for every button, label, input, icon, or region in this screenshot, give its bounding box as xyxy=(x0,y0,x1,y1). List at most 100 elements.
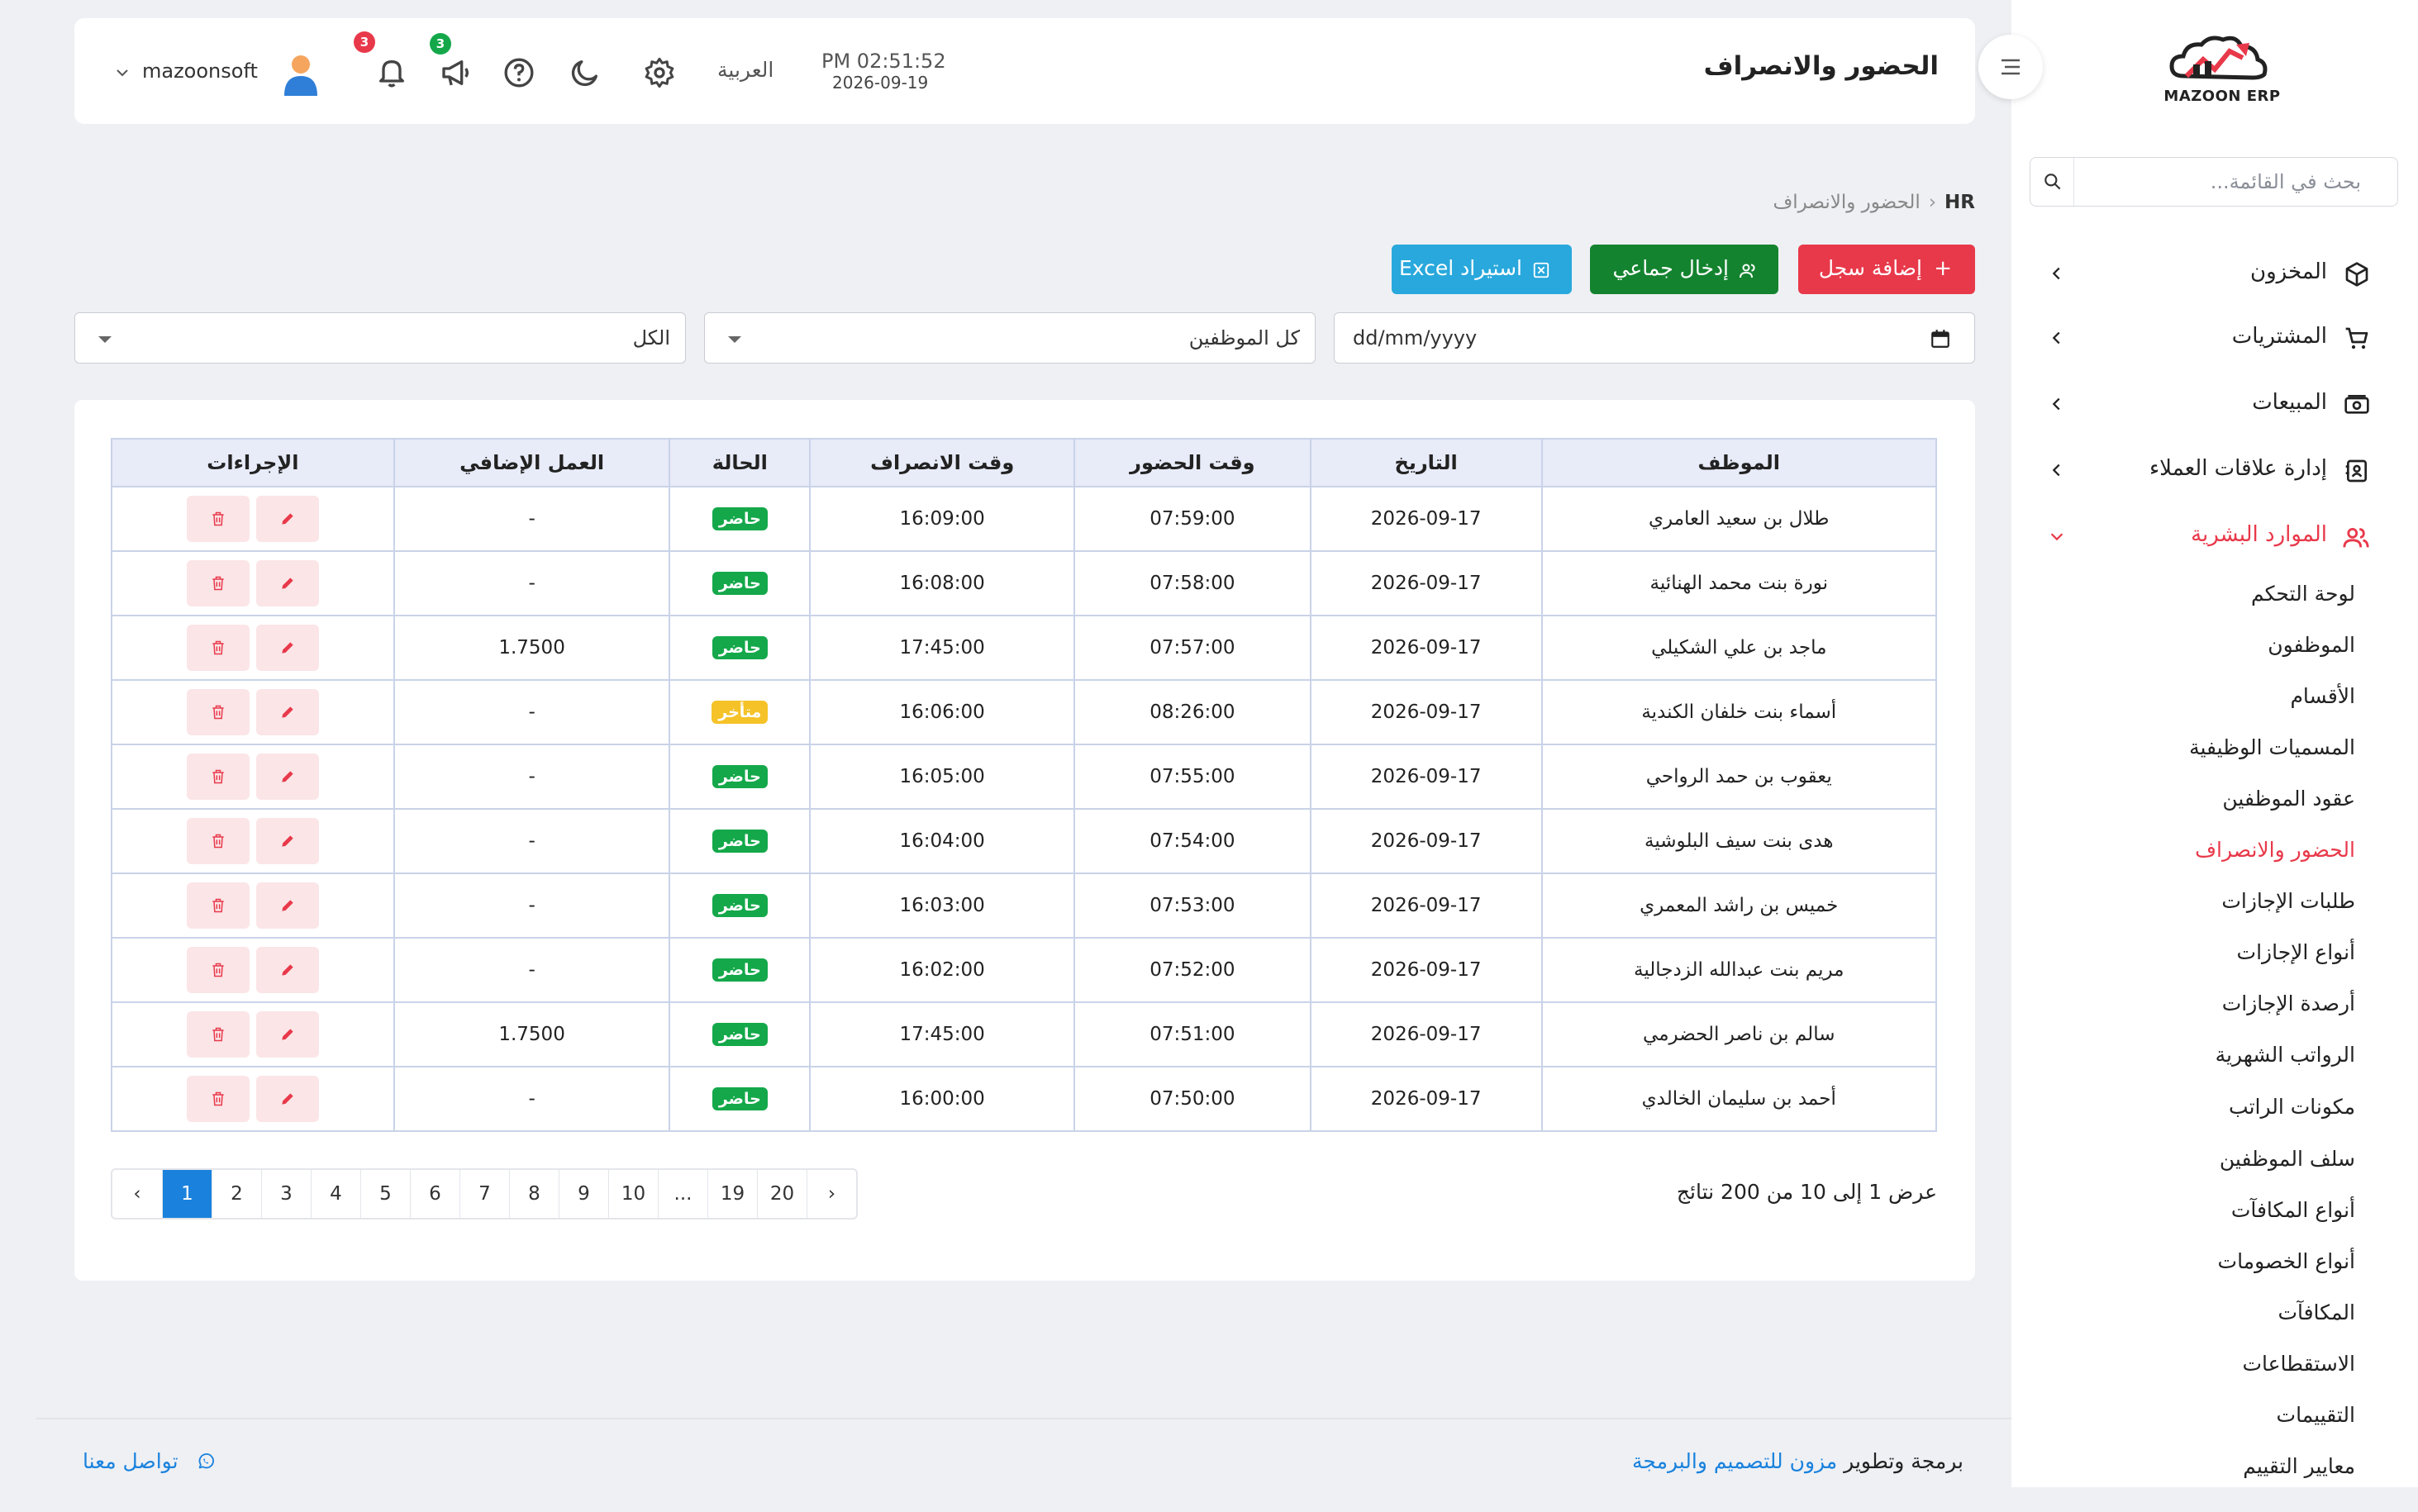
page-3[interactable]: 3 xyxy=(261,1170,311,1218)
table-row[interactable]: نورة بنت محمد الهنائية 2026-09-17 07:58:00… xyxy=(111,550,1937,616)
page-19[interactable]: 19 xyxy=(707,1170,757,1218)
sidebar-item-inventory[interactable]: المخزون xyxy=(2048,253,2378,294)
delete-button[interactable] xyxy=(186,882,250,929)
next-page-button[interactable]: › xyxy=(807,1170,856,1218)
sidebar-subitem-leave-requests[interactable]: طلبات الإجازات xyxy=(2221,889,2355,913)
sidebar-subitem-deductions[interactable]: الاستقطاعات xyxy=(2242,1352,2355,1376)
sidebar-subitem-leave-types[interactable]: أنواع الإجازات xyxy=(2237,940,2355,964)
username[interactable]: mazoonsoft xyxy=(142,59,258,83)
delete-button[interactable] xyxy=(186,560,250,606)
delete-button[interactable] xyxy=(186,1011,250,1058)
chevron-down-icon[interactable] xyxy=(116,68,129,78)
sidebar-subitem-attendance[interactable]: الحضور والانصراف xyxy=(2195,838,2355,862)
sidebar-subitem-deduction-types[interactable]: أنواع الخصومات xyxy=(2218,1249,2355,1273)
sidebar-subitem-job-titles[interactable]: المسميات الوظيفية xyxy=(2189,735,2355,759)
sidebar-item-crm[interactable]: إدارة علاقات العملاء xyxy=(2048,449,2378,491)
bulk-entry-button[interactable]: إدخال جماعي xyxy=(1590,245,1778,294)
page-5[interactable]: 5 xyxy=(360,1170,410,1218)
edit-button[interactable] xyxy=(255,560,319,606)
language-switch[interactable]: العربية xyxy=(717,58,773,82)
delete-button[interactable] xyxy=(186,947,250,993)
contact-link[interactable]: تواصل معنا xyxy=(83,1449,214,1473)
settings-icon[interactable] xyxy=(643,56,676,89)
page-4[interactable]: 4 xyxy=(311,1170,360,1218)
table-row[interactable]: يعقوب بن حمد الرواحي 2026-09-17 07:55:00 16… xyxy=(111,744,1937,810)
page-9[interactable]: 9 xyxy=(559,1170,608,1218)
edit-button[interactable] xyxy=(255,754,319,800)
page-6[interactable]: 6 xyxy=(410,1170,459,1218)
table-row[interactable]: أحمد بن سليمان الخالدي 2026-09-17 07:50:00… xyxy=(111,1066,1937,1132)
delete-button[interactable] xyxy=(186,754,250,800)
page-20[interactable]: 20 xyxy=(757,1170,807,1218)
table-row[interactable]: طلال بن سعيد العامري 2026-09-17 07:59:00 16… xyxy=(111,486,1937,552)
bell-icon[interactable] xyxy=(375,56,408,89)
sidebar-subitem-dashboard[interactable]: لوحة التحكم xyxy=(2251,582,2355,606)
sidebar-subitem-bonus-types[interactable]: أنواع المكافآت xyxy=(2231,1198,2355,1222)
page-10[interactable]: 10 xyxy=(608,1170,658,1218)
edit-button[interactable] xyxy=(255,947,319,993)
mazoon-logo[interactable]: MAZOON ERP xyxy=(2144,28,2301,111)
sidebar-subitem-evaluations[interactable]: التقييمات xyxy=(2277,1403,2355,1427)
column-header-date[interactable]: التاريخ xyxy=(1309,438,1543,487)
column-header-employee[interactable]: الموظف xyxy=(1540,438,1937,487)
edit-button[interactable] xyxy=(255,496,319,542)
table-row[interactable]: ماجد بن علي الشكيلي 2026-09-17 07:57:00 17:… xyxy=(111,615,1937,681)
clock-time: PM 02:51:52 xyxy=(821,50,946,73)
sidebar-search[interactable] xyxy=(2030,157,2398,207)
sidebar-subitem-employee-advances[interactable]: سلف الموظفين xyxy=(2220,1147,2355,1171)
help-icon[interactable] xyxy=(502,56,535,89)
breadcrumb-root[interactable]: HR xyxy=(1944,192,1975,213)
edit-button[interactable] xyxy=(255,689,319,735)
delete-button[interactable] xyxy=(186,689,250,735)
column-header-check-in[interactable]: وقت الحضور xyxy=(1073,438,1311,487)
import-excel-button[interactable]: استيراد Excel xyxy=(1392,245,1572,294)
page-8[interactable]: 8 xyxy=(509,1170,559,1218)
sidebar-subitem-employees[interactable]: الموظفون xyxy=(2268,633,2355,657)
dark-mode-icon[interactable] xyxy=(569,56,602,89)
footer-company-link[interactable]: مزون للتصميم والبرمجة xyxy=(1632,1449,1837,1473)
sidebar-toggle-button[interactable] xyxy=(1978,35,2043,99)
employee-filter-value: كل الموظفين xyxy=(1188,326,1300,349)
megaphone-icon[interactable] xyxy=(440,56,473,89)
table-row[interactable]: هدى بنت سيف البلوشية 2026-09-17 07:54:00 16… xyxy=(111,808,1937,874)
edit-button[interactable] xyxy=(255,1076,319,1122)
status-filter-select[interactable]: الكل xyxy=(74,312,686,364)
search-icon[interactable] xyxy=(2042,171,2063,193)
prev-page-button[interactable]: ‹ xyxy=(112,1170,162,1218)
table-row[interactable]: مريم بنت عبدالله الزدجالية 2026-09-17 07:5… xyxy=(111,937,1937,1003)
sidebar-subitem-monthly-salaries[interactable]: الرواتب الشهرية xyxy=(2216,1043,2355,1067)
sidebar-subitem-departments[interactable]: الأقسام xyxy=(2290,684,2355,708)
employee-filter-select[interactable]: كل الموظفين xyxy=(704,312,1316,364)
sidebar-subitem-evaluation-criteria[interactable]: معايير التقييم xyxy=(2243,1454,2355,1478)
table-row[interactable]: خميس بن راشد المعمري 2026-09-17 07:53:00 16… xyxy=(111,872,1937,939)
page-2[interactable]: 2 xyxy=(212,1170,261,1218)
add-record-button[interactable]: + إضافة سجل xyxy=(1798,245,1975,294)
column-header-overtime[interactable]: العمل الإضافي xyxy=(393,438,671,487)
sidebar-subitem-salary-components[interactable]: مكونات الراتب xyxy=(2229,1095,2355,1119)
edit-button[interactable] xyxy=(255,882,319,929)
user-avatar-icon[interactable] xyxy=(281,53,321,96)
sidebar-item-purchases[interactable]: المشتريات xyxy=(2048,317,2378,359)
delete-button[interactable] xyxy=(186,496,250,542)
column-header-check-out[interactable]: وقت الانصراف xyxy=(809,438,1076,487)
column-header-status[interactable]: الحالة xyxy=(669,438,812,487)
sidebar-item-sales[interactable]: المبيعات xyxy=(2048,383,2378,425)
sidebar-subitem-bonuses[interactable]: المكافآت xyxy=(2278,1300,2355,1324)
sidebar-subitem-leave-balances[interactable]: أرصدة الإجازات xyxy=(2222,991,2355,1015)
delete-button[interactable] xyxy=(186,1076,250,1122)
page-1[interactable]: 1 xyxy=(162,1170,212,1218)
delete-button[interactable] xyxy=(186,818,250,864)
edit-button[interactable] xyxy=(255,1011,319,1058)
edit-button[interactable] xyxy=(255,818,319,864)
table-row[interactable]: سالم بن ناصر الحضرمي 2026-09-17 07:51:00 17… xyxy=(111,1001,1937,1067)
delete-button[interactable] xyxy=(186,625,250,671)
edit-button[interactable] xyxy=(255,625,319,671)
sidebar-search-input[interactable] xyxy=(2082,166,2363,197)
page-7[interactable]: 7 xyxy=(459,1170,509,1218)
date-filter[interactable]: dd/mm/yyyy xyxy=(1334,312,1975,364)
sidebar-subitem-contracts[interactable]: عقود الموظفين xyxy=(2222,787,2355,811)
status-badge: حاضر xyxy=(712,1087,768,1110)
sidebar-item-hr[interactable]: الموارد البشرية xyxy=(2048,516,2378,557)
table-row[interactable]: أسماء بنت خلفان الكندية 2026-09-17 08:26:0… xyxy=(111,679,1937,745)
calendar-icon[interactable] xyxy=(1930,328,1951,349)
